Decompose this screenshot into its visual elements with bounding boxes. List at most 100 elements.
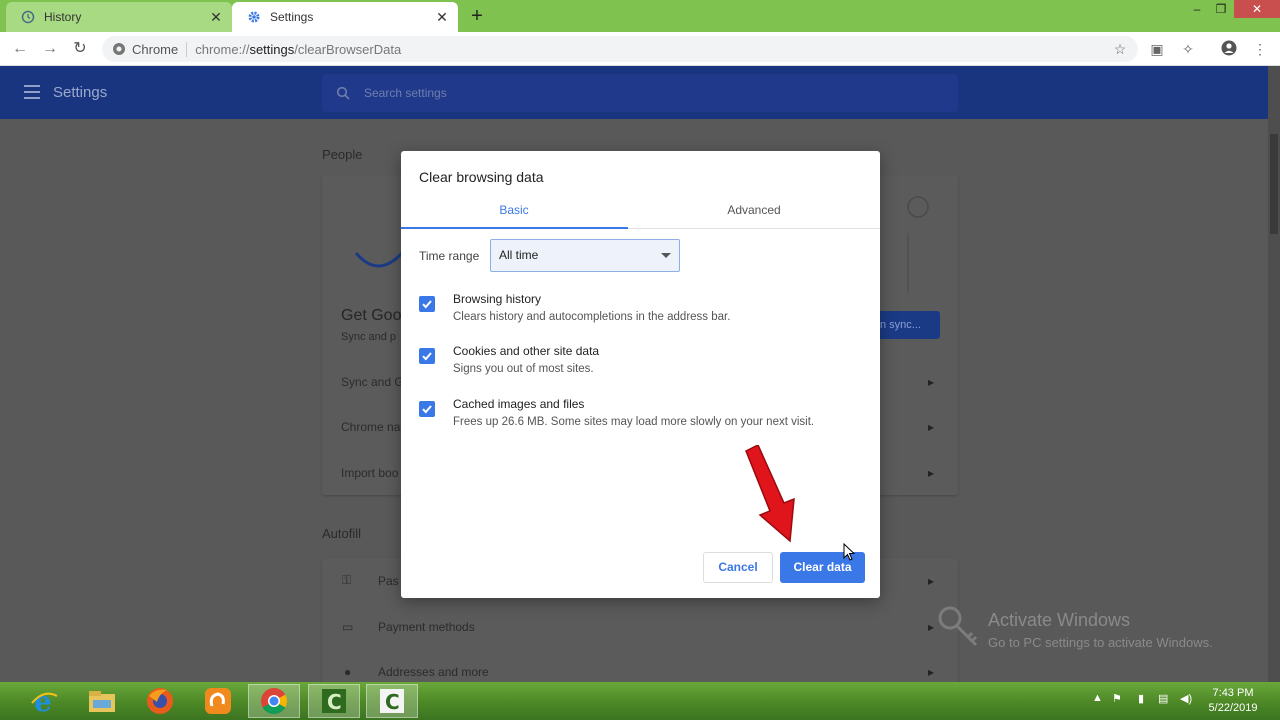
mouse-cursor-icon bbox=[843, 543, 856, 561]
camtasia-recorder-icon[interactable]: C bbox=[366, 684, 418, 718]
cancel-button[interactable]: Cancel bbox=[703, 552, 773, 583]
option-description: Frees up 26.6 MB. Some sites may load mo… bbox=[453, 416, 815, 428]
option-title: Cookies and other site data bbox=[453, 344, 600, 358]
checkmark-icon bbox=[422, 352, 432, 361]
sync-and-google-services-row[interactable]: Sync and G bbox=[341, 375, 404, 389]
uc-browser-icon[interactable] bbox=[192, 684, 244, 718]
file-explorer-icon[interactable] bbox=[76, 684, 128, 718]
reload-icon[interactable]: ↻ bbox=[70, 39, 90, 59]
profile-avatar-icon[interactable] bbox=[1220, 40, 1238, 58]
battery-icon[interactable]: ▮ bbox=[1138, 692, 1144, 705]
chrome-icon[interactable] bbox=[248, 684, 300, 718]
svg-text:C: C bbox=[327, 690, 342, 714]
chevron-right-icon: ▸ bbox=[928, 620, 935, 634]
cached-images-option: Cached images and files Frees up 26.6 MB… bbox=[419, 397, 859, 437]
network-icon[interactable]: ▤ bbox=[1158, 692, 1168, 705]
tab-label: History bbox=[44, 10, 82, 24]
sync-illustration bbox=[907, 196, 929, 293]
menu-kebab-icon[interactable]: ⋮ bbox=[1251, 40, 1269, 58]
bookmark-star-icon[interactable]: ☆ bbox=[1111, 40, 1129, 58]
volume-icon[interactable]: ◀) bbox=[1180, 692, 1192, 705]
browser-toolbar: ← → ↻ Chrome chrome://settings/clearBrow… bbox=[0, 32, 1280, 66]
time-range-select[interactable]: All time bbox=[490, 239, 680, 272]
svg-text:C: C bbox=[385, 690, 400, 714]
search-placeholder: Search settings bbox=[364, 86, 447, 100]
option-description: Signs you out of most sites. bbox=[453, 363, 594, 375]
history-icon bbox=[20, 9, 36, 25]
tab-basic[interactable]: Basic bbox=[401, 203, 627, 217]
clock-date: 5/22/2019 bbox=[1208, 702, 1258, 714]
settings-header: Settings Search settings bbox=[0, 66, 1268, 119]
hamburger-menu-icon[interactable] bbox=[24, 85, 40, 99]
action-center-flag-icon[interactable]: ⚑ bbox=[1112, 692, 1122, 705]
tab-history[interactable]: History ✕ bbox=[6, 2, 232, 32]
extension-camera-icon[interactable]: ▣ bbox=[1148, 40, 1166, 58]
settings-search-input[interactable]: Search settings bbox=[322, 74, 958, 112]
tray-expand-icon[interactable]: ▲ bbox=[1092, 692, 1103, 704]
turn-on-sync-button[interactable]: n sync... bbox=[878, 311, 940, 339]
site-label: Chrome bbox=[132, 41, 188, 57]
location-pin-icon: ● bbox=[344, 665, 352, 679]
tab-settings[interactable]: Settings ✕ bbox=[232, 2, 458, 32]
chevron-right-icon: ▸ bbox=[928, 665, 935, 679]
svg-text:e: e bbox=[34, 686, 52, 716]
payment-methods-row[interactable]: Payment methods bbox=[378, 620, 475, 634]
cookies-checkbox[interactable] bbox=[419, 348, 435, 364]
address-bar[interactable]: Chrome chrome://settings/clearBrowserDat… bbox=[102, 36, 1138, 62]
active-tab-indicator bbox=[401, 227, 628, 229]
close-window-icon[interactable]: ✕ bbox=[1234, 0, 1280, 18]
chevron-right-icon: ▸ bbox=[928, 574, 935, 588]
restore-icon[interactable]: ❐ bbox=[1206, 0, 1236, 18]
system-clock[interactable]: 7:43 PM 5/22/2019 bbox=[1200, 686, 1266, 716]
chrome-name-row[interactable]: Chrome na bbox=[341, 420, 400, 434]
windows-taskbar: e C C ▲ ⚑ ▮ ▤ ◀) 7:43 PM 5/22/2019 bbox=[0, 682, 1280, 720]
search-icon bbox=[336, 86, 350, 105]
import-bookmarks-row[interactable]: Import boo bbox=[341, 466, 398, 480]
close-tab-icon[interactable]: ✕ bbox=[434, 9, 450, 25]
get-google-heading: Get Goo bbox=[341, 307, 402, 324]
checkmark-icon bbox=[422, 300, 432, 309]
google-signin-illustration bbox=[354, 251, 404, 268]
clock-time: 7:43 PM bbox=[1212, 687, 1254, 699]
chrome-secure-icon bbox=[112, 42, 126, 56]
autofill-section-label: Autofill bbox=[322, 526, 362, 541]
people-section-label: People bbox=[322, 147, 363, 162]
gear-icon bbox=[246, 9, 262, 25]
scrollbar-thumb[interactable] bbox=[1270, 134, 1278, 234]
close-tab-icon[interactable]: ✕ bbox=[208, 9, 224, 25]
new-tab-button[interactable]: + bbox=[466, 6, 488, 28]
time-range-label: Time range bbox=[419, 249, 480, 263]
passwords-row[interactable]: Pas bbox=[378, 574, 399, 588]
browsing-history-checkbox[interactable] bbox=[419, 296, 435, 312]
time-range-value: All time bbox=[499, 248, 539, 262]
forward-icon[interactable]: → bbox=[40, 39, 60, 59]
addresses-row[interactable]: Addresses and more bbox=[378, 665, 489, 679]
tab-label: Settings bbox=[270, 10, 314, 24]
red-arrow-annotation bbox=[745, 445, 795, 543]
firefox-icon[interactable] bbox=[134, 684, 186, 718]
watermark-line1: Activate Windows bbox=[988, 610, 1131, 630]
checkmark-icon bbox=[422, 405, 432, 414]
browsing-history-option: Browsing history Clears history and auto… bbox=[419, 292, 859, 332]
clear-browsing-data-dialog: Clear browsing data Basic Advanced Time … bbox=[401, 151, 880, 598]
option-title: Browsing history bbox=[453, 292, 542, 306]
dialog-title: Clear browsing data bbox=[419, 169, 544, 185]
url-text: chrome://settings/clearBrowserData bbox=[195, 41, 402, 57]
tab-strip: History ✕ Settings ✕ + – ❐ ✕ bbox=[0, 0, 1280, 32]
option-description: Clears history and autocompletions in th… bbox=[453, 311, 731, 323]
page-scrollbar[interactable] bbox=[1268, 66, 1280, 682]
back-icon[interactable]: ← bbox=[10, 39, 30, 59]
watermark-line2: Go to PC settings to activate Windows. bbox=[988, 635, 1213, 650]
extension-puzzle-icon[interactable]: ✧ bbox=[1179, 40, 1197, 58]
internet-explorer-icon[interactable]: e bbox=[18, 684, 70, 718]
cached-images-checkbox[interactable] bbox=[419, 401, 435, 417]
camtasia-icon[interactable]: C bbox=[308, 684, 360, 718]
windows-key-icon bbox=[938, 606, 978, 647]
chevron-right-icon: ▸ bbox=[928, 375, 935, 389]
tab-advanced[interactable]: Advanced bbox=[641, 203, 867, 217]
credit-card-icon: ▭ bbox=[342, 620, 354, 634]
sync-description: Sync and p bbox=[341, 331, 397, 343]
settings-title: Settings bbox=[53, 84, 108, 101]
option-title: Cached images and files bbox=[453, 397, 585, 411]
chevron-right-icon: ▸ bbox=[928, 420, 935, 434]
